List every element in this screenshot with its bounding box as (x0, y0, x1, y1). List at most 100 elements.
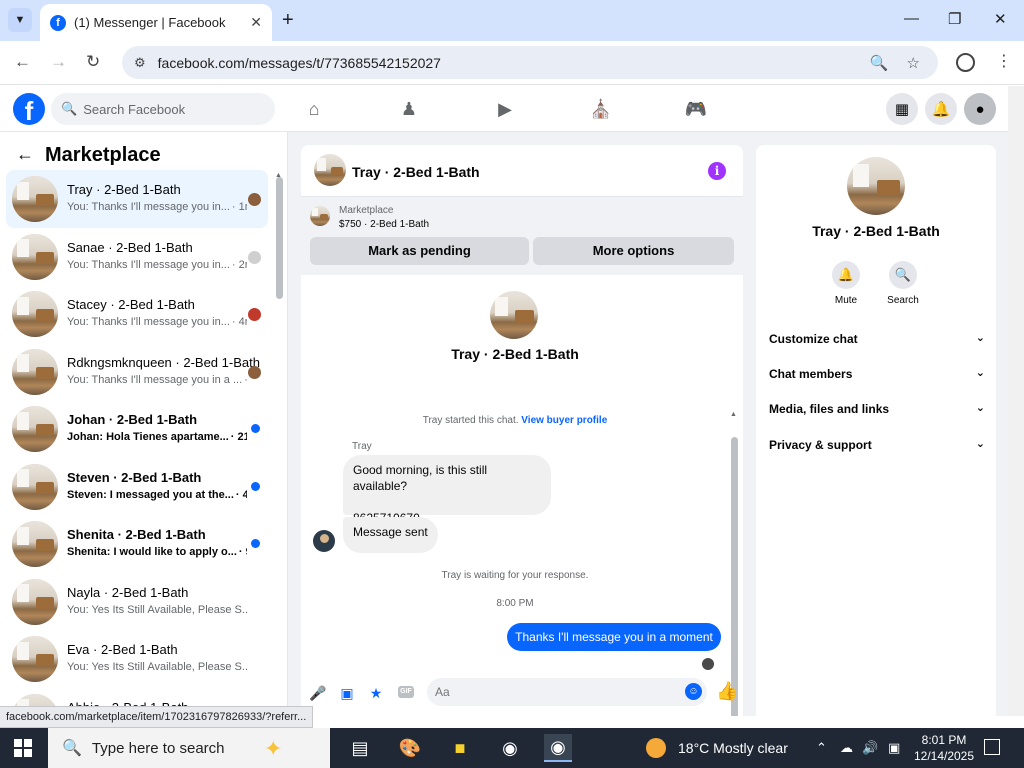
weather-widget[interactable]: 18°C Mostly clear (646, 738, 788, 758)
video-icon[interactable]: ▶ (493, 98, 517, 120)
tab-close-icon[interactable]: ✕ (250, 14, 262, 31)
info-icon[interactable]: i (708, 162, 726, 180)
outgoing-message[interactable]: Thanks I'll message you in a moment (507, 623, 721, 651)
browser-profile-icon[interactable] (956, 53, 975, 72)
media-files-links-section[interactable]: Media, files and links ⌄ (769, 402, 985, 416)
conversation-item[interactable]: Shenita · 2-Bed 1-Bath Shenita: I would l… (6, 515, 268, 573)
back-arrow-icon[interactable]: ← (16, 144, 34, 165)
conversation-preview: You: Yes Its Still Available, Please S..… (67, 604, 247, 616)
thumbs-up-icon[interactable]: 👍 (716, 681, 738, 702)
chrome-icon[interactable]: ◉ (496, 734, 524, 762)
message-thread: Tray · 2-Bed 1-Bath Tray started this ch… (301, 277, 743, 716)
facebook-search-input[interactable]: 🔍 Search Facebook (51, 93, 275, 125)
customize-chat-section[interactable]: Customize chat ⌄ (769, 332, 985, 346)
marketplace-icon[interactable]: ⛪ (589, 98, 613, 120)
site-info-icon[interactable]: ⚙ (134, 55, 146, 71)
account-avatar[interactable]: ● (964, 93, 996, 125)
conversation-name: Sanae · 2-Bed 1-Bath (67, 239, 193, 255)
preview-text: Shenita: I would like to apply o... (67, 546, 237, 558)
scroll-up-icon[interactable]: ▲ (730, 411, 737, 418)
section-label: Customize chat (769, 332, 858, 346)
mark-as-pending-button[interactable]: Mark as pending (310, 237, 529, 265)
conversation-item[interactable]: Rdkngsmknqueen · 2-Bed 1-Bath You: Thanks… (6, 343, 268, 401)
section-label: Media, files and links (769, 402, 890, 416)
marketplace-conversations-panel: ← Marketplace Tray · 2-Bed 1-Bath You: Th… (0, 132, 288, 716)
microphone-icon[interactable]: 🎤 (309, 684, 327, 702)
back-icon[interactable]: ← (14, 52, 31, 72)
mute-button[interactable]: 🔔 Mute (816, 261, 876, 306)
chat-avatar[interactable] (314, 154, 346, 186)
conversation-avatar (12, 233, 58, 280)
thread-avatar[interactable] (490, 291, 538, 339)
reload-icon[interactable]: ↻ (86, 52, 100, 72)
page-scrollbar[interactable] (1008, 86, 1024, 716)
conversation-avatar (12, 176, 58, 222)
paint-app-icon[interactable]: 🎨 (396, 734, 424, 762)
message-input[interactable] (427, 678, 707, 706)
search-highlight-icon[interactable]: ✦ (264, 736, 282, 762)
preview-text: Johan: Hola Tienes apartame... (67, 431, 229, 443)
incoming-message[interactable]: Message sent (343, 517, 438, 553)
show-hidden-icons-icon[interactable]: ⌃ (816, 740, 827, 756)
minimize-icon[interactable]: — (904, 10, 919, 27)
browser-tab[interactable]: f (1) Messenger | Facebook ✕ (40, 4, 272, 41)
taskbar-search[interactable]: 🔍 Type here to search ✦ (48, 728, 330, 768)
home-icon[interactable]: ⌂ (302, 98, 326, 120)
chat-members-section[interactable]: Chat members ⌄ (769, 367, 985, 381)
incoming-message[interactable]: Good morning, is this still available? 8… (343, 455, 551, 525)
conversation-name: Nayla · 2-Bed 1-Bath (67, 584, 189, 600)
maximize-icon[interactable]: ❐ (948, 10, 961, 28)
conversation-preview: You: Yes Its Still Available, Please S..… (67, 661, 247, 673)
friends-icon[interactable]: ♟ (397, 98, 421, 120)
conversation-preview: Shenita: I would like to apply o...· 9h (67, 546, 247, 558)
listing-thumbnail[interactable] (310, 206, 330, 226)
conversation-list-scrollbar[interactable] (276, 177, 283, 299)
address-bar[interactable]: ⚙ facebook.com/messages/t/77368554215202… (122, 46, 938, 79)
system-clock[interactable]: 8:01 PM 12/14/2025 (912, 732, 976, 764)
gif-icon[interactable]: GIF (398, 686, 414, 698)
sticky-notes-icon[interactable]: ■ (446, 734, 474, 762)
profile-avatar[interactable] (847, 157, 905, 215)
network-icon[interactable]: ☁ (840, 740, 853, 756)
search-conversation-button[interactable]: 🔍 Search (873, 261, 933, 306)
url-text[interactable]: facebook.com/messages/t/773685542152027 (158, 55, 870, 71)
windows-start-icon[interactable] (14, 739, 32, 757)
zoom-icon[interactable]: 🔍 (870, 54, 889, 72)
profile-name[interactable]: Tray · 2-Bed 1-Bath (756, 223, 996, 239)
preview-text: You: Thanks I'll message you in... (67, 316, 230, 328)
conversation-item[interactable]: Sanae · 2-Bed 1-Bath You: Thanks I'll mes… (6, 228, 268, 286)
conversation-item[interactable]: Stacey · 2-Bed 1-Bath You: Thanks I'll me… (6, 285, 268, 343)
conversation-item[interactable]: Nayla · 2-Bed 1-Bath You: Yes Its Still A… (6, 573, 268, 631)
task-view-icon[interactable]: ▤ (346, 734, 374, 762)
close-window-icon[interactable]: ✕ (994, 10, 1007, 28)
menu-grid-icon[interactable]: ▦ (886, 93, 918, 125)
notifications-bell-icon[interactable]: 🔔 (925, 93, 957, 125)
new-tab-icon[interactable]: + (282, 9, 294, 32)
volume-icon[interactable]: 🔊 (862, 740, 878, 756)
gaming-icon[interactable]: 🎮 (684, 98, 708, 120)
conversation-item[interactable]: Johan · 2-Bed 1-Bath Johan: Hola Tienes a… (6, 400, 268, 458)
preview-text: You: Yes Its Still Available, Please S..… (67, 603, 247, 616)
conversation-avatar (12, 406, 58, 452)
seen-receipt-avatar (248, 365, 261, 379)
forward-icon[interactable]: → (50, 52, 67, 72)
sticker-icon[interactable]: ★ (367, 684, 385, 702)
more-options-button[interactable]: More options (533, 237, 734, 265)
listing-title[interactable]: $750 · 2-Bed 1-Bath (339, 219, 429, 230)
conversation-item[interactable]: Eva · 2-Bed 1-Bath You: Yes Its Still Ava… (6, 630, 268, 688)
bookmark-star-icon[interactable]: ☆ (907, 54, 920, 72)
chrome-active-icon[interactable]: ◉ (544, 734, 572, 762)
notification-center-icon[interactable] (984, 739, 1000, 755)
conversation-item[interactable]: Steven · 2-Bed 1-Bath Steven: I messaged … (6, 458, 268, 516)
emoji-icon[interactable]: ☺ (685, 683, 702, 700)
view-buyer-profile-link[interactable]: View buyer profile (521, 415, 607, 426)
browser-menu-icon[interactable]: ⋮ (996, 51, 1012, 71)
tab-search-dropdown[interactable]: ▼ (8, 8, 32, 32)
facebook-logo-icon[interactable]: f (13, 93, 45, 126)
photo-icon[interactable]: ▣ (338, 684, 356, 702)
chat-title[interactable]: Tray · 2-Bed 1-Bath (352, 164, 480, 180)
privacy-support-section[interactable]: Privacy & support ⌄ (769, 438, 985, 452)
conversation-item[interactable]: Tray · 2-Bed 1-Bath You: Thanks I'll mess… (6, 170, 268, 228)
sender-avatar[interactable] (313, 530, 335, 552)
display-icon[interactable]: ▣ (888, 740, 900, 756)
